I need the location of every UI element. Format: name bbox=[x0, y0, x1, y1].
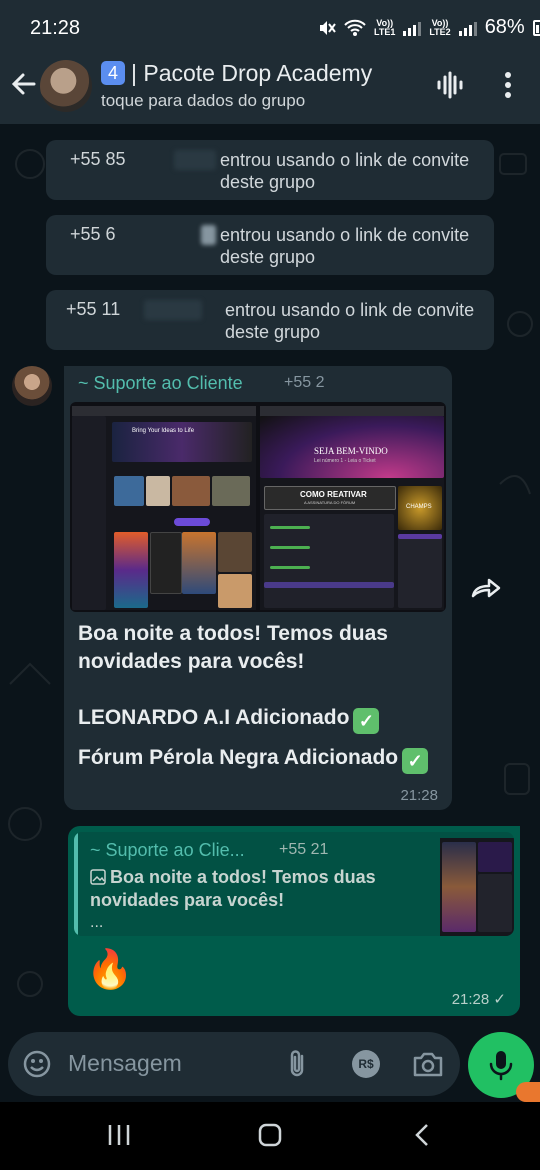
back-arrow-icon[interactable] bbox=[8, 68, 40, 100]
composer: Mensagem R$ bbox=[0, 1030, 540, 1102]
quoted-thumbnail bbox=[440, 838, 514, 936]
system-message: +55 85 entrou usando o link de convite d… bbox=[46, 140, 494, 200]
caption-line-3: Fórum Pérola Negra Adicionado ✓ bbox=[78, 744, 438, 774]
emoji-icon[interactable] bbox=[22, 1049, 52, 1079]
system-message: +55 11 entrou usando o link de convite d… bbox=[46, 290, 494, 350]
caption-line-1: Boa noite a todos! Temos duas novidades … bbox=[78, 622, 388, 673]
system-nav-bar bbox=[0, 1102, 540, 1170]
more-vert-icon[interactable] bbox=[500, 70, 516, 100]
message-placeholder: Mensagem bbox=[68, 1050, 182, 1076]
forum-screenshot: SEJA BEM-VINDO Lei número 1 - Leia o Tic… bbox=[260, 406, 444, 610]
quoted-number: +55 21 bbox=[279, 841, 329, 858]
outgoing-message[interactable]: ~ Suporte ao Clie... +55 21 Boa noite a … bbox=[68, 826, 520, 1016]
check-emoji-icon: ✓ bbox=[402, 748, 429, 774]
recent-apps-icon[interactable] bbox=[106, 1122, 132, 1148]
sender-name[interactable]: ~ Suporte ao Cliente bbox=[78, 373, 243, 394]
lte1-label: Vo)) LTE1 bbox=[374, 17, 396, 37]
quoted-message[interactable]: ~ Suporte ao Clie... +55 21 Boa noite a … bbox=[74, 832, 514, 936]
battery-percent: 68% bbox=[484, 16, 525, 38]
chat-header[interactable]: 4 | Pacote Drop Academy toque para dados … bbox=[0, 56, 540, 124]
signal-1-icon bbox=[403, 20, 422, 36]
forward-icon[interactable] bbox=[470, 576, 502, 600]
home-icon[interactable] bbox=[257, 1122, 283, 1148]
reactivate-banner: COMO REATIVAR bbox=[300, 490, 367, 499]
mic-icon bbox=[489, 1051, 513, 1081]
group-badge: 4 bbox=[101, 61, 125, 85]
chat-area[interactable]: +55 85 entrou usando o link de convite d… bbox=[0, 124, 540, 1030]
overlay-badge bbox=[516, 1082, 540, 1102]
group-avatar[interactable] bbox=[40, 60, 92, 112]
attach-icon[interactable] bbox=[284, 1048, 312, 1080]
wifi-icon bbox=[344, 19, 366, 36]
group-title-text: | Pacote Drop Academy bbox=[131, 60, 373, 86]
pix-currency-icon[interactable]: R$ bbox=[352, 1050, 380, 1078]
check-emoji-icon: ✓ bbox=[353, 708, 380, 734]
status-bar: 21:28 Vo)) LTE1 Vo)) LTE2 68% bbox=[0, 0, 540, 56]
message-time: 21:28 bbox=[400, 787, 438, 804]
champs-banner: CHAMPS bbox=[406, 504, 432, 510]
message-input[interactable]: Mensagem R$ bbox=[8, 1032, 460, 1096]
quoted-more: ... bbox=[90, 914, 104, 931]
fire-emoji: 🔥 bbox=[86, 949, 134, 991]
message-caption: Boa noite a todos! Temos duas novidades … bbox=[78, 620, 438, 774]
lte2-label: Vo)) LTE2 bbox=[429, 17, 451, 37]
message-time: 21:28 ✓ bbox=[451, 991, 506, 1008]
quoted-text: Boa noite a todos! Temos duas novidades … bbox=[90, 867, 376, 910]
welcome-sub: Lei número 1 - Leia o Ticket bbox=[314, 458, 376, 464]
battery-icon bbox=[532, 19, 540, 36]
status-time: 21:28 bbox=[30, 17, 81, 39]
camera-icon[interactable] bbox=[412, 1049, 444, 1079]
voice-wave-icon[interactable] bbox=[436, 70, 464, 100]
sender-number: +55 2 bbox=[284, 374, 325, 391]
nav-back-icon[interactable] bbox=[410, 1122, 436, 1148]
group-subtitle[interactable]: toque para dados do grupo bbox=[101, 91, 305, 111]
message-image[interactable]: Bring Your Ideas to Life SEJA BEM-VINDO … bbox=[70, 402, 446, 612]
sender-avatar[interactable] bbox=[12, 366, 52, 406]
incoming-message[interactable]: ~ Suporte ao Cliente +55 2 Bring Your Id… bbox=[64, 366, 452, 810]
reactivate-sub: A ASSINATURA DO FÓRUM bbox=[304, 500, 356, 505]
system-message: +55 6 entrou usando o link de convite de… bbox=[46, 215, 494, 275]
mute-icon bbox=[320, 20, 336, 35]
quoted-sender: ~ Suporte ao Clie... bbox=[90, 840, 245, 860]
caption-line-2: LEONARDO A.I Adicionado ✓ bbox=[78, 704, 438, 734]
group-title[interactable]: 4 | Pacote Drop Academy bbox=[101, 60, 372, 87]
status-icons: Vo)) LTE1 Vo)) LTE2 68% bbox=[318, 16, 540, 39]
leonardo-hero-text: Bring Your Ideas to Life bbox=[132, 428, 195, 434]
welcome-banner: SEJA BEM-VINDO bbox=[314, 446, 388, 456]
signal-2-icon bbox=[458, 20, 477, 36]
image-icon bbox=[90, 869, 106, 885]
sent-tick-icon: ✓ bbox=[493, 991, 506, 1008]
leonardo-screenshot: Bring Your Ideas to Life bbox=[72, 406, 256, 610]
